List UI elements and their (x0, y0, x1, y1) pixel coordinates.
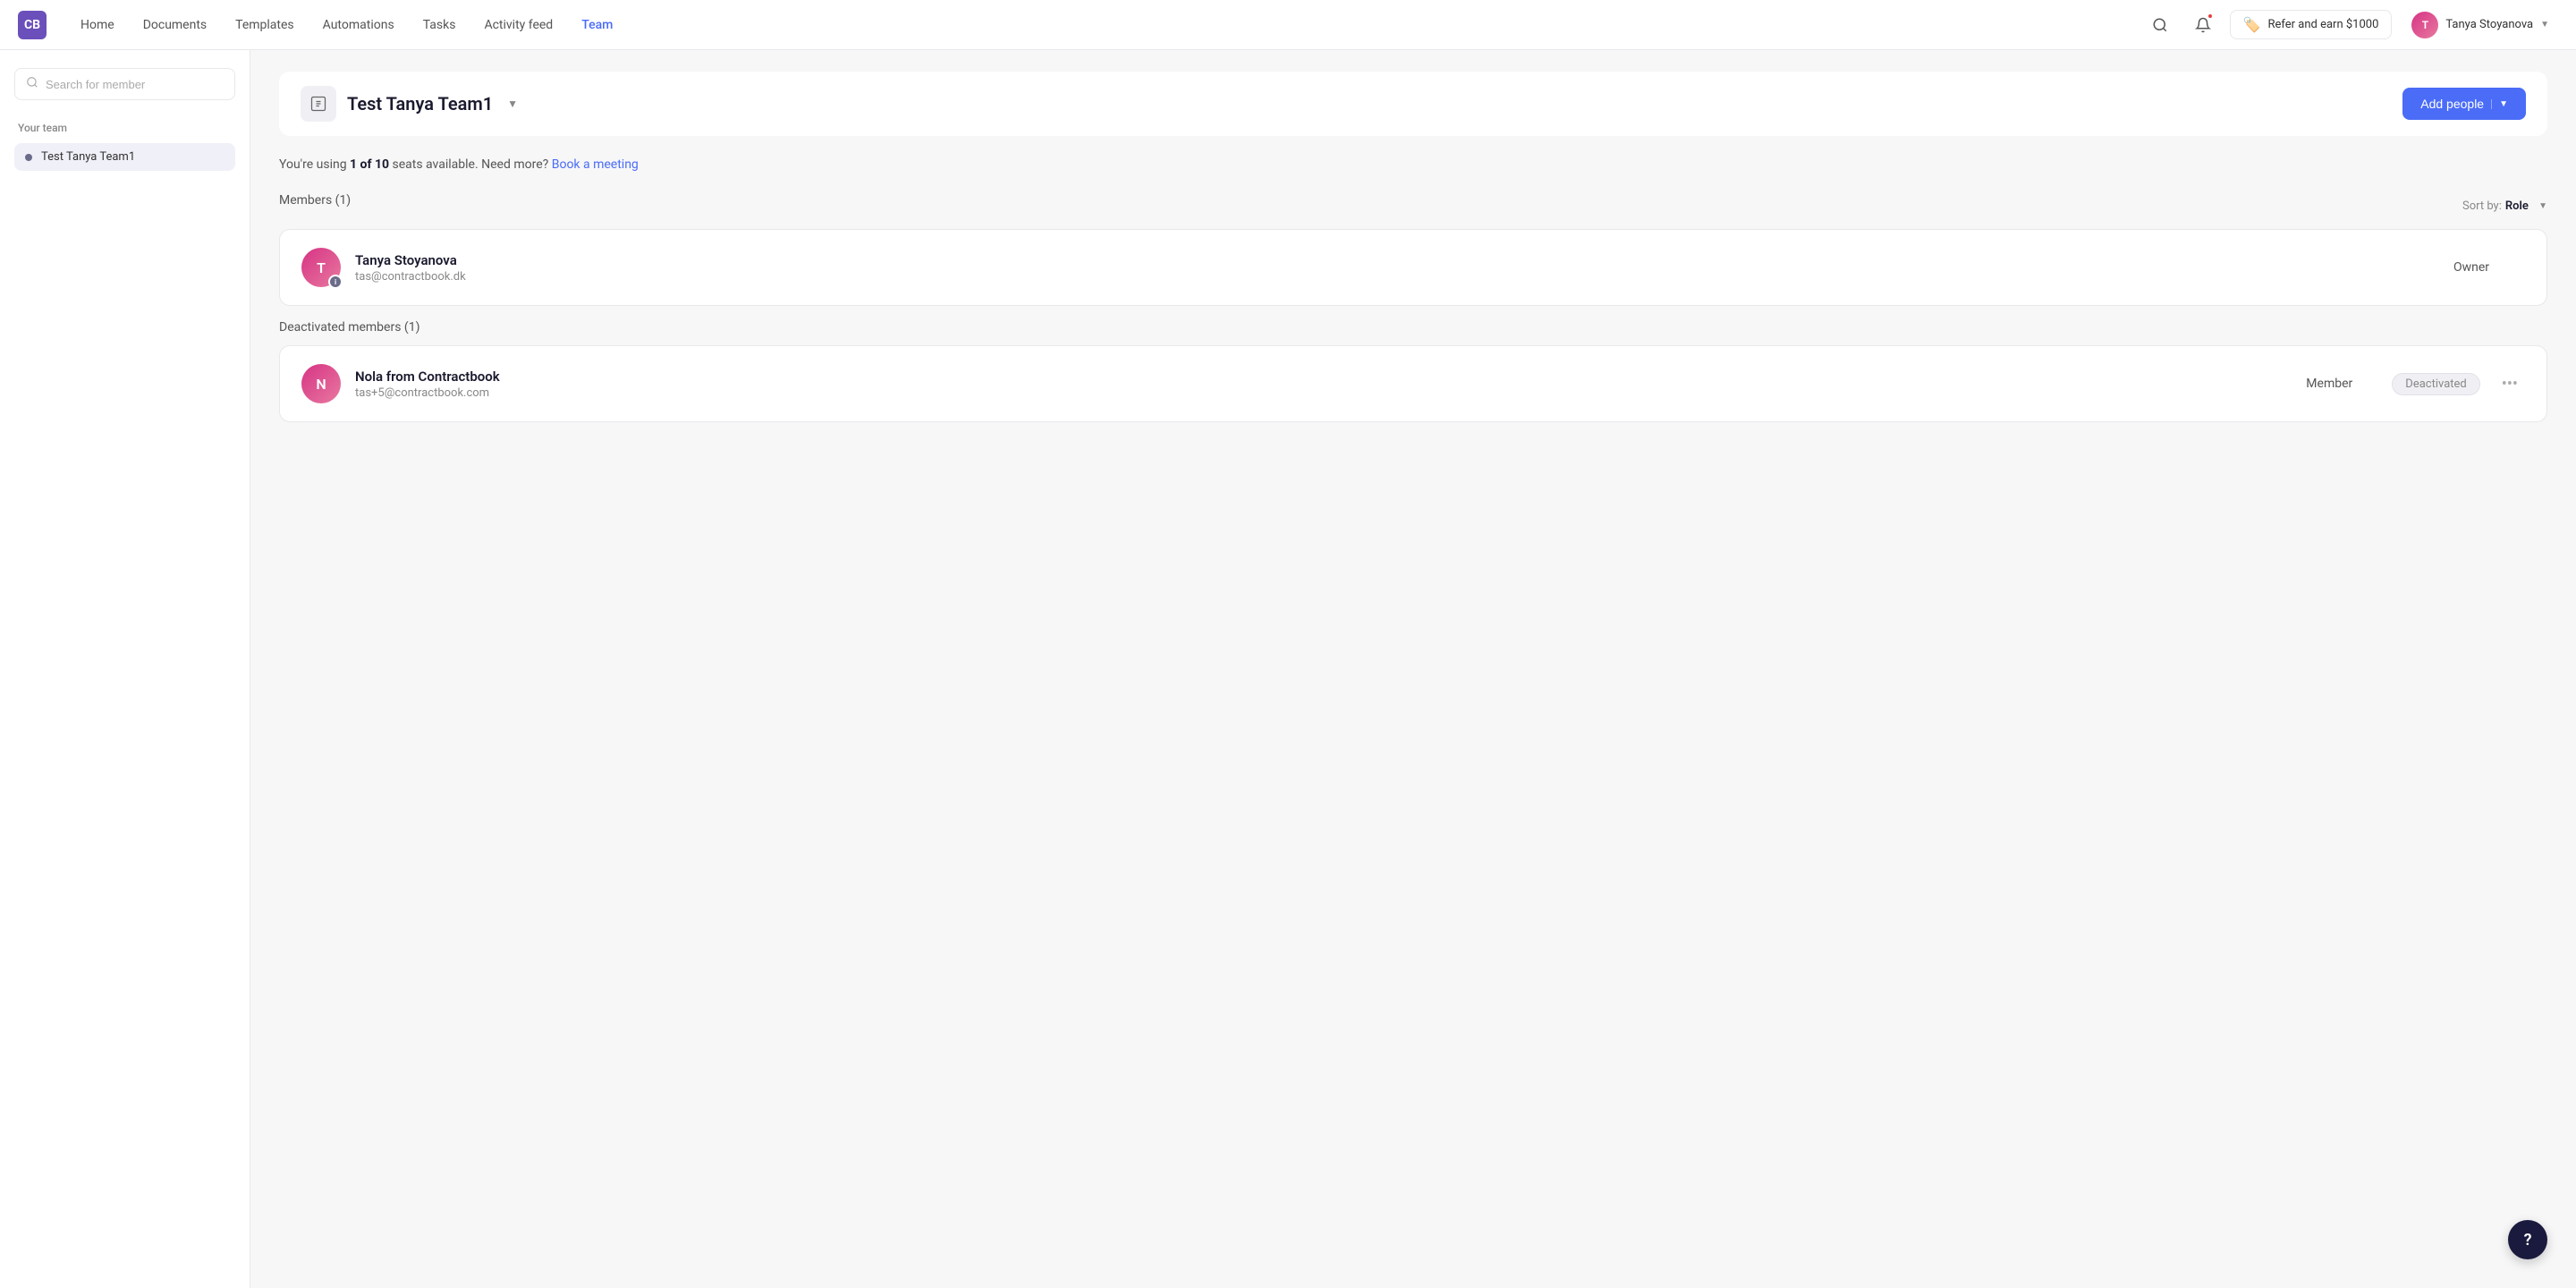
team-name: Test Tanya Team1 (347, 93, 493, 114)
seats-prefix: You're using (279, 157, 350, 172)
nav-templates[interactable]: Templates (223, 13, 307, 38)
member-name: Tanya Stoyanova (355, 252, 2439, 268)
user-name: Tanya Stoyanova (2445, 18, 2533, 31)
help-button[interactable]: ? (2508, 1220, 2547, 1259)
seats-suffix: seats available. Need more? (389, 157, 548, 172)
sort-value: Role (2505, 199, 2529, 213)
main-layout: Your team Test Tanya Team1 Test Tanya Te… (0, 50, 2576, 1288)
seats-info: You're using 1 of 10 seats available. Ne… (279, 157, 2547, 172)
nav-team[interactable]: Team (569, 13, 625, 38)
user-avatar: T (2411, 12, 2438, 38)
member-name-nola: Nola from Contractbook (355, 369, 2292, 385)
members-section-title: Members (1) (279, 193, 351, 208)
main-content: Test Tanya Team1 ▼ Add people ▼ You're u… (250, 50, 2576, 1288)
search-input[interactable] (46, 78, 224, 91)
sidebar-section-label: Your team (14, 122, 235, 134)
member-role: Owner (2453, 260, 2525, 275)
search-button[interactable] (2144, 9, 2176, 41)
top-navigation: CB Home Documents Templates Automations … (0, 0, 2576, 50)
member-card-nola: N Nola from Contractbook tas+5@contractb… (279, 345, 2547, 422)
add-people-chevron-icon: ▼ (2491, 99, 2508, 109)
user-menu-button[interactable]: T Tanya Stoyanova ▼ (2402, 8, 2558, 42)
member-search-box[interactable] (14, 68, 235, 100)
team-icon (301, 86, 336, 122)
sidebar-dot-icon (25, 154, 32, 161)
member-email: tas@contractbook.dk (355, 270, 2439, 284)
more-options-button[interactable]: ••• (2495, 371, 2525, 397)
add-people-label: Add people (2420, 97, 2484, 111)
nav-activity-feed[interactable]: Activity feed (471, 13, 565, 38)
notification-dot (2207, 13, 2214, 20)
member-email-nola: tas+5@contractbook.com (355, 386, 2292, 400)
refer-icon: 🏷️ (2243, 16, 2261, 33)
member-info-tanya: Tanya Stoyanova tas@contractbook.dk (355, 252, 2439, 284)
member-card-tanya: T i Tanya Stoyanova tas@contractbook.dk … (279, 229, 2547, 306)
refer-button[interactable]: 🏷️ Refer and earn $1000 (2230, 10, 2393, 39)
nav-right-area: 🏷️ Refer and earn $1000 T Tanya Stoyanov… (2144, 8, 2558, 42)
deactivated-section-title: Deactivated members (1) (279, 320, 2547, 335)
seats-count: 1 of 10 (350, 157, 389, 172)
nav-documents[interactable]: Documents (131, 13, 219, 38)
sidebar-item-test-tanya-team1[interactable]: Test Tanya Team1 (14, 143, 235, 171)
nav-links: Home Documents Templates Automations Tas… (68, 13, 2144, 38)
avatar-info-badge: i (328, 275, 343, 289)
sidebar-search-icon (26, 76, 38, 92)
team-chevron-icon[interactable]: ▼ (507, 97, 518, 110)
user-chevron-icon: ▼ (2540, 20, 2549, 30)
sort-control[interactable]: Sort by: Role ▼ (2462, 199, 2547, 213)
nav-home[interactable]: Home (68, 13, 127, 38)
members-sort-bar: Members (1) Sort by: Role ▼ (279, 193, 2547, 218)
sidebar: Your team Test Tanya Team1 (0, 50, 250, 1288)
team-header: Test Tanya Team1 ▼ Add people ▼ (279, 72, 2547, 136)
sort-chevron-icon: ▼ (2538, 201, 2547, 211)
nav-tasks[interactable]: Tasks (411, 13, 469, 38)
sort-label: Sort by: (2462, 199, 2502, 213)
add-people-button[interactable]: Add people ▼ (2402, 88, 2526, 120)
app-logo[interactable]: CB (18, 11, 47, 39)
sidebar-item-label: Test Tanya Team1 (41, 150, 135, 164)
help-icon: ? (2524, 1231, 2532, 1250)
notifications-button[interactable] (2187, 9, 2219, 41)
member-avatar-tanya: T i (301, 248, 341, 287)
book-meeting-link[interactable]: Book a meeting (552, 157, 639, 172)
deactivated-badge: Deactivated (2392, 373, 2479, 395)
nav-automations[interactable]: Automations (310, 13, 407, 38)
member-info-nola: Nola from Contractbook tas+5@contractboo… (355, 369, 2292, 400)
team-title-area: Test Tanya Team1 ▼ (301, 86, 518, 122)
member-role-nola: Member (2306, 377, 2377, 391)
member-avatar-nola: N (301, 364, 341, 403)
refer-label: Refer and earn $1000 (2267, 18, 2378, 31)
